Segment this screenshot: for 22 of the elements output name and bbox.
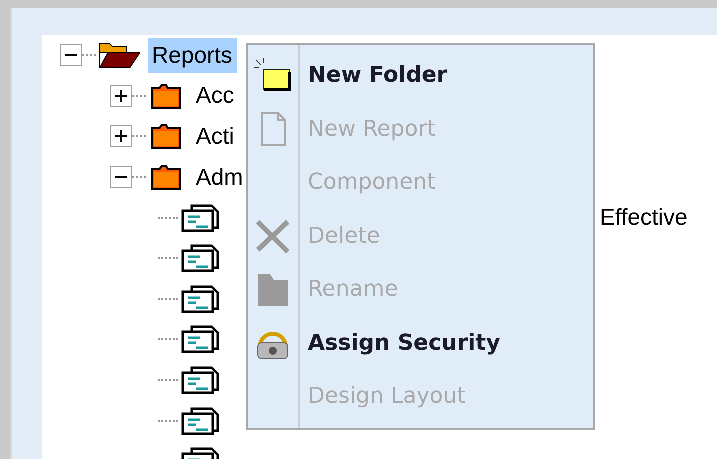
tree-item[interactable]: Acti [192,118,238,154]
folder-icon [256,272,290,308]
new-folder-icon [254,58,292,94]
report-icon [180,284,222,314]
collapse-toggle[interactable] [110,166,132,188]
folder-icon [148,162,184,192]
report-icon [180,202,222,233]
expand-toggle[interactable] [110,84,132,107]
cross-icon [255,218,291,254]
report-icon [180,324,222,354]
menu-item[interactable]: Assign Security [248,316,593,370]
menu-item[interactable]: New Folder [248,49,593,102]
report-icon [180,365,222,396]
expand-toggle[interactable] [110,125,132,148]
tree-item[interactable]: Adm [192,160,248,195]
folder-icon [148,121,184,152]
report-icon [180,243,222,274]
tree-item[interactable]: Reports [148,38,237,73]
collapse-toggle[interactable] [60,44,82,66]
tree-item[interactable]: Acc [192,78,238,114]
tree-item[interactable]: Effective [596,200,692,236]
report-icon [180,406,222,436]
